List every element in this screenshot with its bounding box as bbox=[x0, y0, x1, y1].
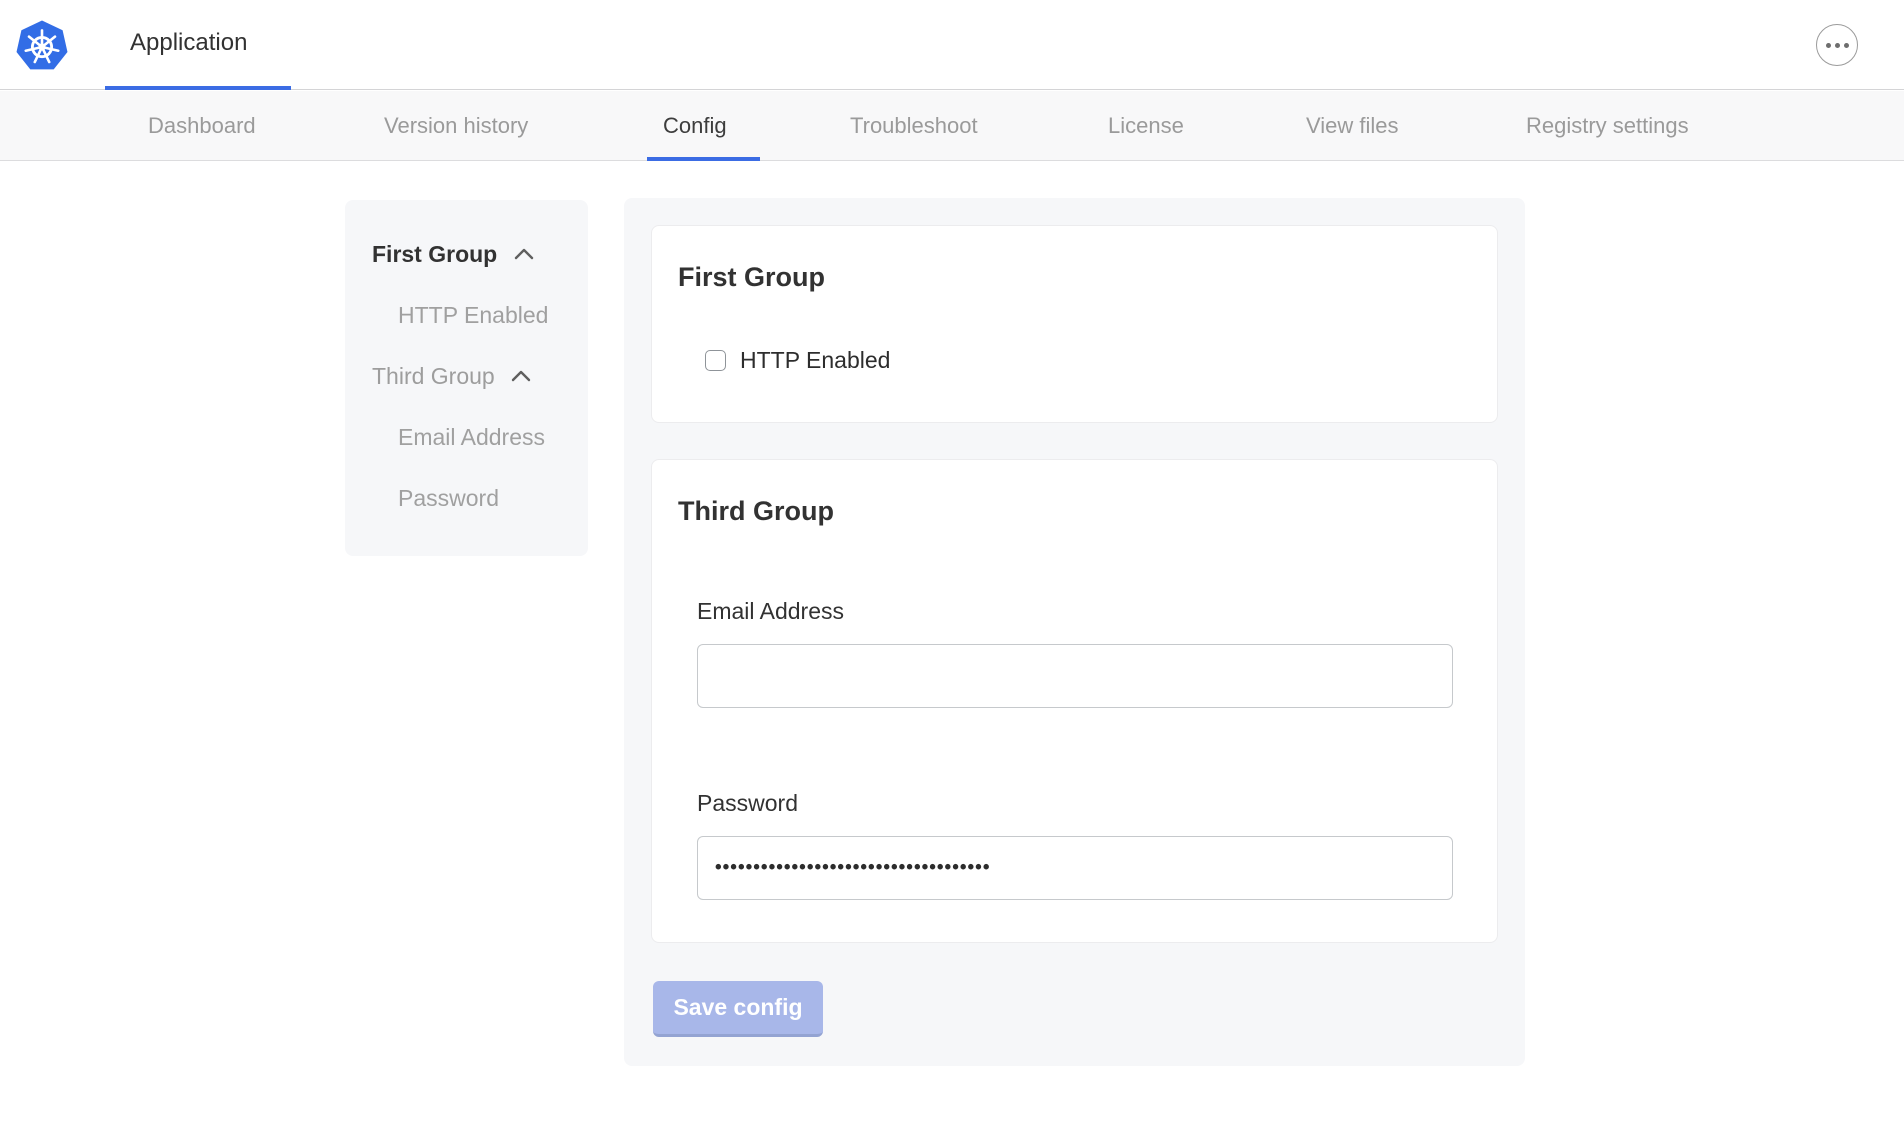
config-group-card-third: Third Group Email Address Password bbox=[651, 459, 1498, 943]
ellipsis-icon bbox=[1835, 43, 1840, 48]
password-label: Password bbox=[697, 790, 1497, 817]
application-tab[interactable]: Application bbox=[130, 29, 247, 57]
config-groups-sidebar: First Group HTTP Enabled Third Group Ema… bbox=[345, 200, 588, 556]
http-enabled-label: HTTP Enabled bbox=[740, 347, 890, 374]
group-title-third: Third Group bbox=[678, 496, 1497, 526]
http-enabled-checkbox[interactable] bbox=[705, 350, 726, 371]
sidebar-item-third-group[interactable]: Third Group bbox=[372, 360, 578, 393]
sidebar-item-first-group[interactable]: First Group bbox=[372, 238, 578, 271]
config-group-card-first: First Group HTTP Enabled bbox=[651, 225, 1498, 423]
config-form-panel: First Group HTTP Enabled Third Group Ema… bbox=[624, 198, 1525, 1066]
email-address-label: Email Address bbox=[697, 598, 1497, 625]
email-address-input[interactable] bbox=[697, 644, 1453, 708]
http-enabled-row: HTTP Enabled bbox=[705, 347, 1497, 374]
password-input[interactable] bbox=[697, 836, 1453, 900]
ellipsis-icon bbox=[1844, 43, 1849, 48]
tab-view-files[interactable]: View files bbox=[1306, 113, 1399, 139]
kubernetes-logo-icon bbox=[16, 20, 68, 72]
kots-admin-config-page: Application Dashboard Version history Co… bbox=[0, 0, 1904, 1122]
tab-troubleshoot[interactable]: Troubleshoot bbox=[850, 113, 978, 139]
tab-registry-settings[interactable]: Registry settings bbox=[1526, 113, 1689, 139]
tab-dashboard[interactable]: Dashboard bbox=[148, 113, 256, 139]
tab-config[interactable]: Config bbox=[663, 113, 727, 139]
sidebar-item-http-enabled[interactable]: HTTP Enabled bbox=[372, 299, 578, 332]
chevron-up-icon bbox=[511, 370, 531, 382]
config-tab-underline bbox=[647, 157, 760, 161]
tab-license[interactable]: License bbox=[1108, 113, 1184, 139]
app-header: Application bbox=[0, 0, 1904, 90]
ellipsis-icon bbox=[1826, 43, 1831, 48]
tab-version-history[interactable]: Version history bbox=[384, 113, 528, 139]
chevron-up-icon bbox=[514, 248, 534, 260]
sidebar-item-label: Third Group bbox=[372, 363, 495, 389]
sidebar-item-password[interactable]: Password bbox=[372, 482, 578, 515]
sidebar-item-email-address[interactable]: Email Address bbox=[372, 421, 578, 454]
sidebar-item-label: First Group bbox=[372, 241, 497, 267]
group-title-first: First Group bbox=[678, 262, 1497, 292]
app-nav-tabs: Dashboard Version history Config Trouble… bbox=[0, 91, 1904, 161]
save-config-button[interactable]: Save config bbox=[653, 981, 823, 1037]
overflow-menu-button[interactable] bbox=[1816, 24, 1858, 66]
application-tab-underline bbox=[105, 86, 291, 90]
